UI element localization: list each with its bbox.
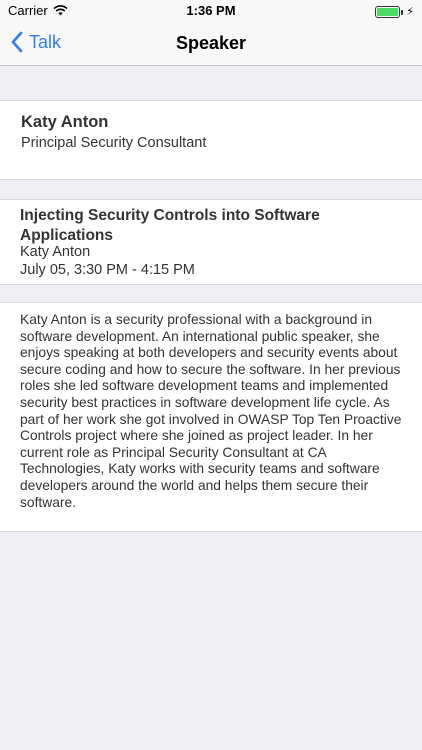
- charging-bolt-icon: ⚡: [406, 6, 414, 18]
- talk-title: Injecting Security Controls into Softwar…: [20, 207, 320, 244]
- battery-fill: [377, 7, 399, 16]
- battery-indicator: ⚡: [375, 5, 414, 18]
- speaker-job-title: Principal Security Consultant: [21, 135, 207, 151]
- talk-speaker: Katy Anton: [20, 244, 91, 260]
- status-bar: Carrier 1:36 PM ⚡: [0, 0, 422, 22]
- speaker-name: Katy Anton: [21, 113, 109, 131]
- navigation-bar: Talk Speaker: [0, 22, 422, 66]
- talk-cell[interactable]: Injecting Security Controls into Softwar…: [0, 199, 422, 285]
- page-title: Speaker: [175, 33, 247, 53]
- status-time: 1:36 PM: [186, 3, 236, 18]
- speaker-header-section: Katy Anton Principal Security Consultant: [0, 100, 422, 180]
- speaker-bio-section: Katy Anton is a security professional wi…: [0, 302, 422, 532]
- battery-icon: [375, 5, 404, 18]
- talk-time: July 05, 3:30 PM - 4:15 PM: [20, 262, 195, 278]
- speaker-bio: Katy Anton is a security professional wi…: [20, 312, 402, 510]
